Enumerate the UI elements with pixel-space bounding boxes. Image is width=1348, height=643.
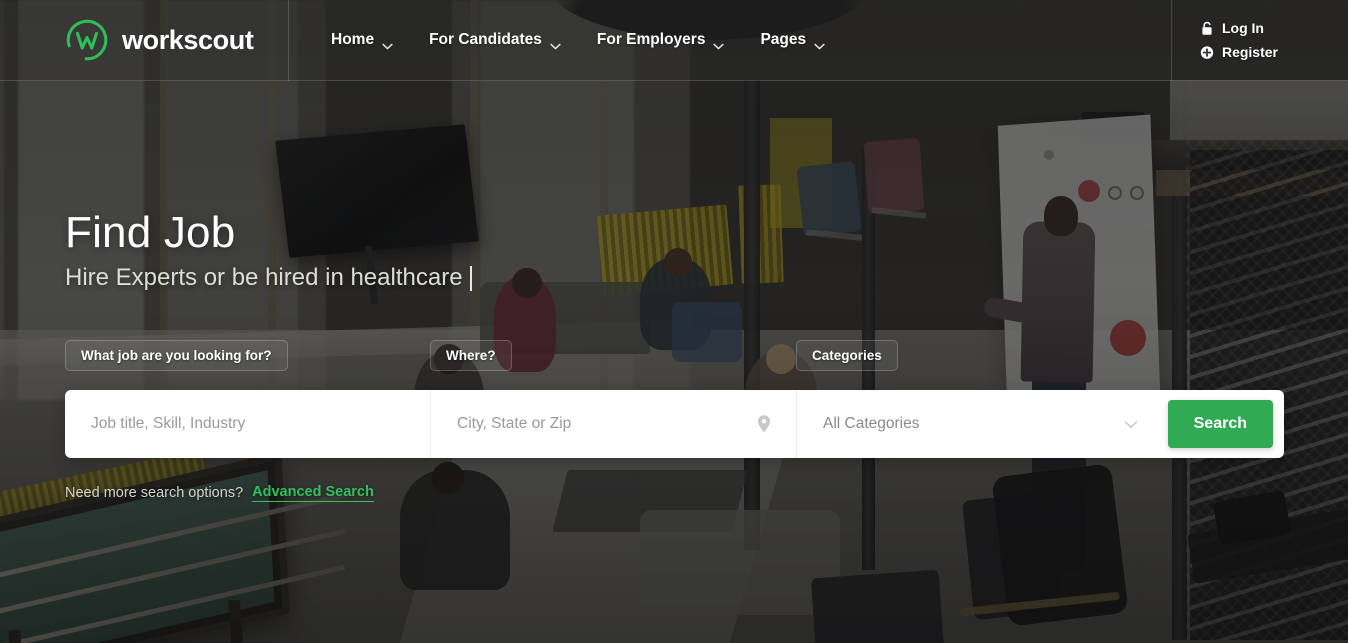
search-input-keyword[interactable] <box>91 415 404 433</box>
advanced-search-link[interactable]: Advanced Search <box>252 484 374 502</box>
nav-item-pages-label: Pages <box>760 31 807 48</box>
nav-item-for-employers-label: For Employers <box>596 31 706 48</box>
register-button[interactable]: Register <box>1200 44 1278 60</box>
log-in-button[interactable]: Log In <box>1200 20 1278 36</box>
chevron-down-icon <box>713 37 725 49</box>
chevron-down-icon <box>382 37 393 49</box>
category-select[interactable]: All Categories <box>797 390 1163 458</box>
hero-content: Find Job Hire Experts or be hired in hea… <box>0 0 1348 643</box>
register-label: Register <box>1221 44 1278 60</box>
site-header: workscout Home For Candidates For Employ… <box>0 0 1348 81</box>
hero-subtitle-text: Hire Experts or be hired in healthcare <box>65 264 463 291</box>
brand-name: workscout <box>122 24 254 55</box>
header-right-area: Log In Register <box>1170 0 1348 81</box>
search-button-wrap: Search <box>1167 400 1284 448</box>
advanced-search-row: Need more search options? Advanced Searc… <box>65 484 374 502</box>
keyword-field[interactable] <box>65 390 431 458</box>
plus-circle-icon <box>1200 45 1214 60</box>
nav-item-pages[interactable]: Pages <box>746 0 839 81</box>
label-location: Where? <box>430 340 512 371</box>
category-selected-value: All Categories <box>823 415 920 432</box>
nav-item-for-candidates[interactable]: For Candidates <box>415 0 575 81</box>
nav-item-home-label: Home <box>331 31 375 48</box>
chevron-down-icon <box>550 37 561 49</box>
hero-subtitle: Hire Experts or be hired in healthcare <box>65 264 472 292</box>
job-search-bar: All Categories Search <box>65 390 1284 458</box>
nav-item-home[interactable]: Home <box>317 0 407 81</box>
main-navigation: Home For Candidates For Employers Pages <box>289 0 839 81</box>
chevron-down-icon[interactable] <box>1123 414 1139 434</box>
log-in-label: Log In <box>1221 20 1264 36</box>
hero-section: workscout Home For Candidates For Employ… <box>0 0 1348 643</box>
nav-item-for-employers[interactable]: For Employers <box>583 0 739 81</box>
typing-caret <box>469 265 472 291</box>
label-category: Categories <box>796 340 898 371</box>
advanced-search-question: Need more search options? <box>65 485 244 501</box>
map-pin-icon <box>756 414 772 434</box>
page-title: Find Job <box>65 208 236 257</box>
chevron-down-icon <box>814 37 825 49</box>
auth-links: Log In Register <box>1172 20 1348 60</box>
nav-item-for-candidates-label: For Candidates <box>429 31 542 48</box>
search-button[interactable]: Search <box>1167 400 1273 448</box>
location-field[interactable] <box>431 390 797 458</box>
search-input-location[interactable] <box>457 415 770 433</box>
label-keyword: What job are you looking for? <box>65 340 288 371</box>
brand-logo[interactable]: workscout <box>0 0 288 81</box>
search-field-labels: What job are you looking for? Where? Cat… <box>65 340 1285 372</box>
lock-icon <box>1200 21 1214 36</box>
workscout-circle-w-logo-icon <box>65 18 109 62</box>
